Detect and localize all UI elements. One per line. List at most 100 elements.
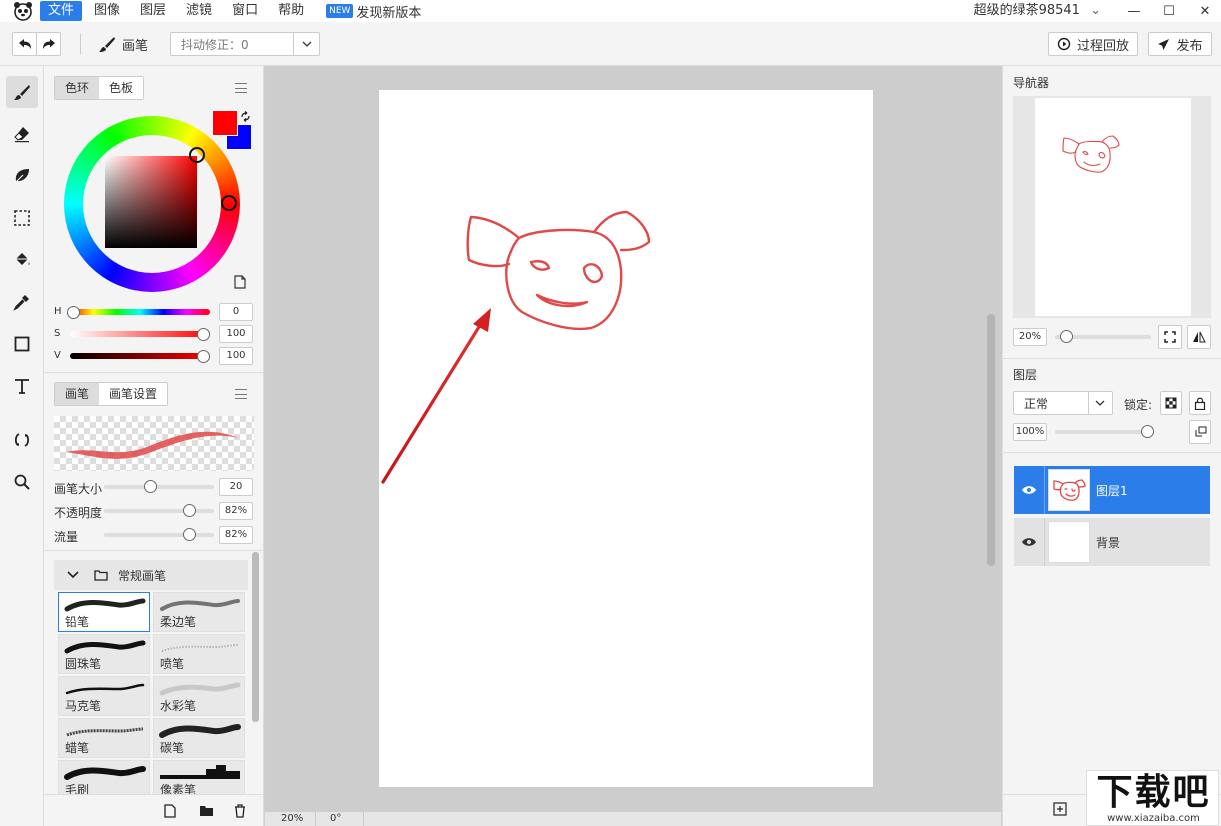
tool-eyedropper[interactable] bbox=[6, 286, 38, 318]
brush-watercolor[interactable]: 水彩笔 bbox=[153, 676, 245, 716]
tool-transform[interactable] bbox=[6, 424, 38, 456]
undo-button[interactable] bbox=[12, 32, 37, 56]
navigator-zoom-field[interactable]: 20% bbox=[1013, 328, 1047, 346]
layer-opacity-track[interactable] bbox=[1055, 430, 1151, 434]
h-value-field[interactable]: 0 bbox=[219, 303, 253, 321]
brush-charcoal[interactable]: 碳笔 bbox=[153, 718, 245, 758]
folder-icon[interactable] bbox=[199, 805, 214, 817]
brush-ballpoint[interactable]: 圆珠笔 bbox=[58, 634, 150, 674]
rotate-icon bbox=[14, 433, 30, 447]
tool-brush[interactable] bbox=[6, 76, 38, 108]
brush-size-field[interactable]: 20 bbox=[219, 478, 253, 496]
tab-brush-settings[interactable]: 画笔设置 bbox=[99, 383, 168, 405]
opacity-track[interactable] bbox=[104, 509, 214, 513]
menu-file[interactable]: 文件 bbox=[40, 1, 83, 21]
brush-group-header[interactable]: 常规画笔 bbox=[54, 560, 248, 590]
maximize-button[interactable]: ☐ bbox=[1154, 0, 1184, 22]
layer-opacity-field[interactable]: 100% bbox=[1013, 423, 1047, 441]
brush-airbrush[interactable]: 喷笔 bbox=[153, 634, 245, 674]
v-value-field[interactable]: 100 bbox=[219, 347, 253, 365]
brush-name: 圆珠笔 bbox=[65, 657, 102, 671]
s-slider-knob[interactable] bbox=[197, 328, 210, 341]
tool-rectangle[interactable] bbox=[6, 328, 38, 360]
brush-pencil[interactable]: 铅笔 bbox=[58, 592, 150, 632]
tool-selection[interactable] bbox=[6, 202, 38, 234]
divider bbox=[315, 812, 316, 826]
layer-opacity-knob[interactable] bbox=[1141, 425, 1154, 438]
color-menu-icon[interactable] bbox=[235, 83, 247, 93]
new-document-icon[interactable] bbox=[234, 275, 246, 289]
swap-colors-icon[interactable] bbox=[240, 111, 251, 122]
tool-strip bbox=[0, 66, 44, 826]
new-version-link[interactable]: 发现新版本 bbox=[356, 2, 421, 21]
menu-filter[interactable]: 滤镜 bbox=[178, 1, 220, 21]
chevron-down-icon bbox=[1095, 400, 1105, 406]
lock-layer-button[interactable] bbox=[1189, 391, 1211, 415]
lock-transparency-button[interactable] bbox=[1160, 391, 1182, 415]
navigator-zoom-knob[interactable] bbox=[1060, 330, 1073, 343]
close-button[interactable]: ✕ bbox=[1190, 0, 1220, 22]
user-account[interactable]: 超级的绿茶98541 ⌄ bbox=[974, 2, 1101, 20]
s-value-field[interactable]: 100 bbox=[219, 325, 253, 343]
brush-size-knob[interactable] bbox=[144, 480, 157, 493]
flow-track[interactable] bbox=[104, 533, 214, 537]
brush-size-track[interactable] bbox=[104, 485, 214, 489]
rotation-readout[interactable]: 0° bbox=[330, 813, 341, 824]
opacity-field[interactable]: 82% bbox=[219, 502, 253, 520]
brush-name: 柔边笔 bbox=[160, 615, 197, 629]
brush-crayon[interactable]: 蜡笔 bbox=[58, 718, 150, 758]
brush-marker[interactable]: 马克笔 bbox=[58, 676, 150, 716]
new-brush-icon[interactable] bbox=[164, 804, 176, 818]
current-tool[interactable]: 画笔 bbox=[98, 34, 148, 54]
flow-field[interactable]: 82% bbox=[219, 526, 253, 544]
tool-zoom[interactable] bbox=[6, 466, 38, 498]
menu-window[interactable]: 窗口 bbox=[224, 1, 266, 21]
clipping-mask-button[interactable] bbox=[1189, 420, 1211, 444]
menu-image[interactable]: 图像 bbox=[86, 1, 128, 21]
navigator-view[interactable] bbox=[1013, 96, 1211, 318]
trash-icon[interactable] bbox=[234, 804, 246, 818]
drawing-canvas[interactable] bbox=[379, 90, 873, 787]
sv-square[interactable] bbox=[105, 156, 197, 248]
brush-bristle[interactable]: 毛刷 bbox=[58, 760, 150, 794]
publish-button[interactable]: 发布 bbox=[1148, 32, 1212, 56]
opacity-knob[interactable] bbox=[183, 504, 196, 517]
jitter-select[interactable]: 抖动修正：0 bbox=[170, 32, 320, 56]
primary-color-swatch[interactable] bbox=[212, 110, 238, 136]
v-slider-track[interactable] bbox=[70, 353, 210, 359]
brush-pixel[interactable]: 像素笔 bbox=[153, 760, 245, 794]
layer-row-1[interactable]: 图层1 bbox=[1014, 466, 1210, 514]
zoom-readout[interactable]: 20% bbox=[281, 813, 303, 824]
chevron-down-icon bbox=[67, 571, 79, 579]
menu-layer[interactable]: 图层 bbox=[132, 1, 174, 21]
hue-picker-knob[interactable] bbox=[221, 195, 237, 211]
sv-picker-knob[interactable] bbox=[189, 147, 205, 163]
eye-icon[interactable] bbox=[1014, 483, 1044, 497]
h-slider-track[interactable] bbox=[70, 309, 210, 315]
h-slider-knob[interactable] bbox=[67, 306, 80, 319]
blend-mode-select[interactable]: 正常 bbox=[1013, 391, 1113, 415]
tab-brush[interactable]: 画笔 bbox=[55, 383, 100, 405]
tab-color-wheel[interactable]: 色环 bbox=[55, 77, 100, 99]
s-slider-track[interactable] bbox=[70, 331, 210, 337]
add-layer-icon[interactable] bbox=[1053, 802, 1067, 816]
v-slider-knob[interactable] bbox=[197, 350, 210, 363]
brush-soft[interactable]: 柔边笔 bbox=[153, 592, 245, 632]
tool-eraser[interactable] bbox=[6, 118, 38, 150]
vertical-scrollbar[interactable] bbox=[987, 314, 995, 566]
eye-icon[interactable] bbox=[1014, 535, 1044, 549]
layer-row-background[interactable]: 背景 bbox=[1014, 518, 1210, 566]
tab-swatches[interactable]: 色板 bbox=[99, 77, 144, 99]
fit-screen-button[interactable] bbox=[1158, 325, 1182, 349]
tool-fill[interactable] bbox=[6, 244, 38, 276]
redo-button[interactable] bbox=[36, 32, 61, 56]
flip-view-button[interactable] bbox=[1187, 325, 1211, 349]
tool-smudge[interactable] bbox=[6, 160, 38, 192]
brush-menu-icon[interactable] bbox=[235, 389, 247, 399]
brush-list-scrollbar[interactable] bbox=[252, 552, 259, 722]
process-replay-button[interactable]: 过程回放 bbox=[1048, 32, 1138, 56]
menu-help[interactable]: 帮助 bbox=[270, 1, 312, 21]
flow-knob[interactable] bbox=[183, 528, 196, 541]
tool-text[interactable] bbox=[6, 370, 38, 402]
minimize-button[interactable]: — bbox=[1119, 0, 1149, 22]
